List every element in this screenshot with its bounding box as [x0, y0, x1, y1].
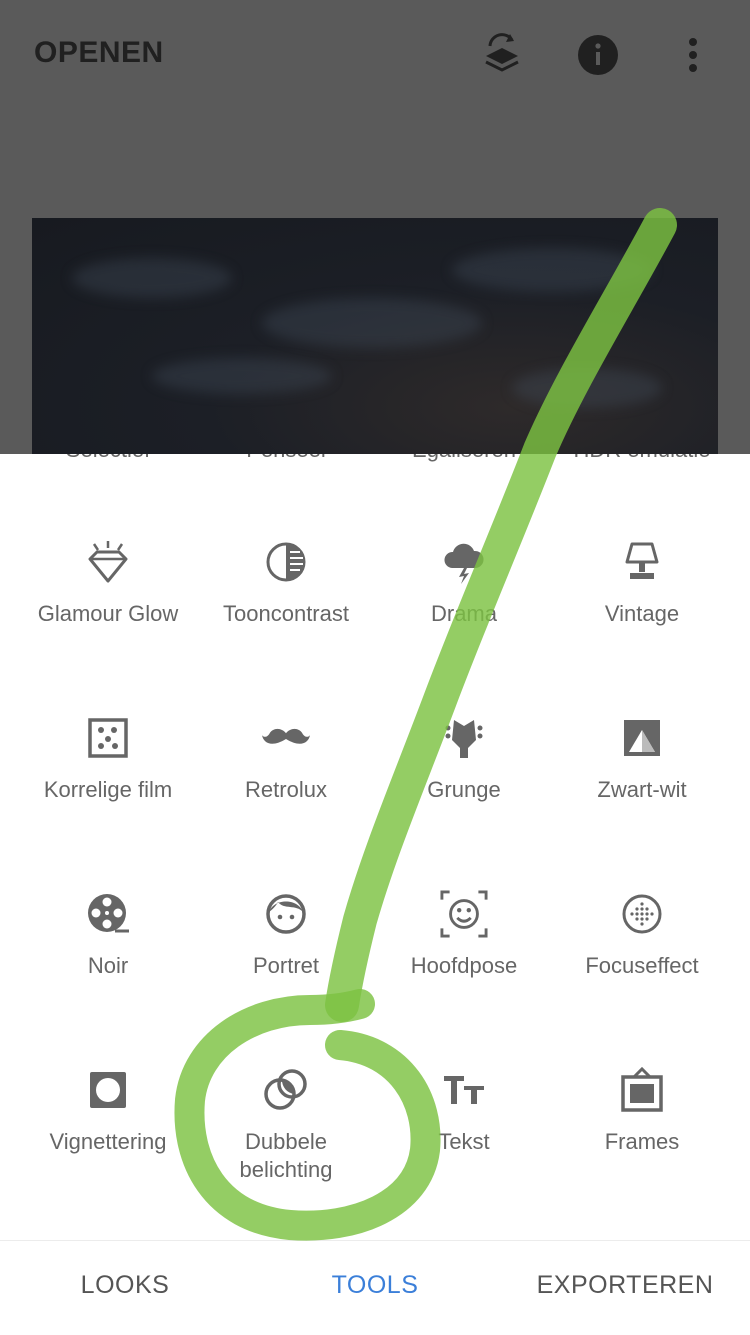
text-icon — [440, 1066, 488, 1114]
tool-hoofdpose[interactable]: Hoofdpose — [375, 890, 553, 980]
tool-label: Hoofdpose — [410, 953, 518, 978]
tool-label: Frames — [604, 1129, 680, 1154]
tool-label: Zwart-wit — [597, 777, 687, 802]
tool-frames[interactable]: Frames — [553, 1066, 731, 1156]
tool-label-egaliseren[interactable]: Egaliseren — [375, 454, 553, 464]
tool-label: Focuseffect — [585, 953, 699, 978]
grain-film-icon — [84, 714, 132, 762]
tool-label: Drama — [430, 601, 497, 626]
bottom-navigation: LOOKS TOOLS EXPORTEREN — [0, 1240, 750, 1335]
tool-label: Dubbele belichting — [239, 1129, 333, 1182]
tool-zwart-wit[interactable]: Zwart-wit — [553, 714, 731, 804]
tool-focuseffect[interactable]: Focuseffect — [553, 890, 731, 980]
storm-cloud-icon — [440, 538, 488, 586]
tool-label-penseel[interactable]: Penseel — [197, 454, 375, 464]
tool-label: Tooncontrast — [223, 601, 349, 626]
tool-label: Retrolux — [245, 777, 327, 802]
dimmed-header-area: OPENEN — [0, 0, 750, 454]
tool-portret[interactable]: Portret — [197, 890, 375, 980]
tools-row-partial: Selectief Penseel Egaliseren HDR emulati… — [0, 454, 750, 496]
top-toolbar: OPENEN — [0, 0, 750, 112]
tab-tools[interactable]: TOOLS — [250, 1271, 500, 1300]
tool-label: Vintage — [604, 601, 680, 626]
photo-preview — [32, 218, 718, 454]
vignette-icon — [84, 1066, 132, 1114]
tool-tekst[interactable]: Tekst — [375, 1066, 553, 1156]
tool-label: Noir — [87, 953, 129, 978]
tool-label: Glamour Glow — [37, 601, 179, 626]
lamp-icon — [618, 538, 666, 586]
tab-exporteren[interactable]: EXPORTEREN — [500, 1271, 750, 1300]
guitar-head-icon — [440, 714, 488, 762]
open-button[interactable]: OPENEN — [34, 36, 164, 70]
tool-noir[interactable]: Noir — [19, 890, 197, 980]
tool-label: Portret — [252, 953, 320, 978]
layers-history-icon[interactable] — [477, 30, 527, 80]
tool-dubbele-belichting[interactable]: Dubbele belichting — [197, 1066, 375, 1184]
face-icon — [262, 890, 310, 938]
head-pose-icon — [440, 890, 488, 938]
tool-grunge[interactable]: Grunge — [375, 714, 553, 804]
tool-label: Grunge — [427, 777, 501, 802]
tool-drama[interactable]: Drama — [375, 538, 553, 628]
tool-label-hdr-emulatie[interactable]: HDR emulatie — [553, 454, 731, 464]
tool-label-selectief[interactable]: Selectief — [19, 454, 197, 464]
black-white-icon — [618, 714, 666, 762]
tools-panel: Selectief Penseel Egaliseren HDR emulati… — [0, 454, 750, 1240]
tool-label: Korrelige film — [43, 777, 173, 802]
tab-looks[interactable]: LOOKS — [0, 1271, 250, 1300]
info-icon[interactable] — [573, 30, 623, 80]
diamond-glow-icon — [84, 538, 132, 586]
tonal-contrast-icon — [262, 538, 310, 586]
tool-glamour-glow[interactable]: Glamour Glow — [19, 538, 197, 628]
film-reel-icon — [84, 890, 132, 938]
double-exposure-icon — [262, 1066, 310, 1114]
more-vert-icon[interactable] — [668, 30, 718, 80]
frame-icon — [618, 1066, 666, 1114]
mustache-icon — [262, 714, 310, 762]
tool-label: Tekst — [438, 1129, 490, 1154]
tool-label: Vignettering — [49, 1129, 167, 1154]
tool-vintage[interactable]: Vintage — [553, 538, 731, 628]
tool-tooncontrast[interactable]: Tooncontrast — [197, 538, 375, 628]
lens-blur-icon — [618, 890, 666, 938]
tool-korrelige-film[interactable]: Korrelige film — [19, 714, 197, 804]
tool-retrolux[interactable]: Retrolux — [197, 714, 375, 804]
tool-vignettering[interactable]: Vignettering — [19, 1066, 197, 1156]
